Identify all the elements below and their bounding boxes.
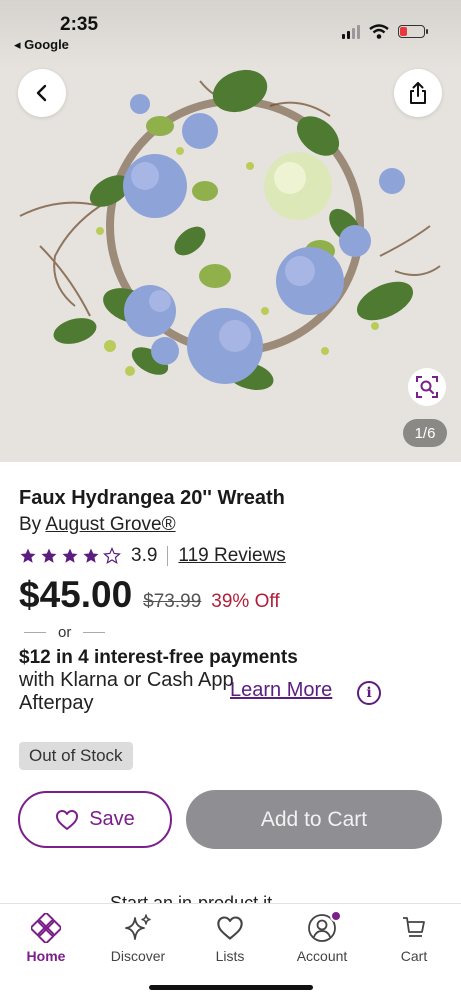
home-indicator	[149, 985, 313, 990]
share-icon	[410, 82, 426, 104]
nav-label-cart: Cart	[400, 948, 428, 964]
nav-label-lists: Lists	[215, 948, 245, 964]
wreath-image	[19, 69, 441, 391]
rating-row: 3.9 119 Reviews	[19, 544, 286, 568]
save-label: Save	[89, 808, 135, 830]
back-button[interactable]	[18, 69, 66, 117]
sparkle-icon	[122, 912, 154, 944]
cellular-signal-icon	[342, 24, 360, 39]
nav-label-account: Account	[296, 948, 348, 964]
current-price: $45.00	[19, 574, 133, 615]
price-row: $45.00 $73.99 39% Off	[19, 574, 280, 616]
status-time: 2:35	[60, 14, 99, 35]
learn-more-link[interactable]: Learn More	[230, 679, 332, 702]
back-to-app-link[interactable]: ◂ Google	[14, 37, 69, 53]
discount-label: 39% Off	[211, 591, 280, 612]
product-image-gallery[interactable]: 2:35 ◂ Google 1/6	[0, 0, 461, 462]
star-filled-icon	[20, 548, 36, 563]
nav-item-lists[interactable]: Lists	[184, 912, 276, 964]
add-to-cart-button[interactable]: Add to Cart	[186, 790, 442, 849]
reviews-link[interactable]: 119 Reviews	[178, 545, 285, 567]
notification-dot	[330, 910, 342, 922]
account-icon	[306, 910, 342, 944]
brand-link[interactable]: August Grove®	[45, 514, 175, 535]
rating-value: 3.9	[131, 545, 158, 566]
star-filled-icon	[62, 548, 78, 563]
image-counter: 1/6	[403, 419, 447, 447]
status-bar: 2:35 ◂ Google	[0, 0, 461, 56]
visual-search-button[interactable]	[408, 368, 446, 406]
star-rating	[19, 547, 121, 565]
home-icon	[30, 912, 62, 944]
nav-item-cart[interactable]: Cart	[368, 912, 460, 964]
financing-body: with Klarna or Cash App Afterpay	[19, 669, 234, 714]
by-prefix: By	[19, 514, 42, 535]
or-divider: or	[24, 624, 106, 641]
or-text: or	[58, 624, 72, 641]
rating-divider	[167, 546, 169, 566]
status-icons	[342, 24, 428, 39]
nav-item-home[interactable]: Home	[0, 912, 92, 964]
nav-item-account[interactable]: Account	[276, 910, 368, 964]
save-button[interactable]: Save	[18, 791, 172, 848]
nav-label-discover: Discover	[110, 948, 166, 964]
visual-search-icon	[416, 376, 438, 398]
stock-status-badge: Out of Stock	[19, 742, 133, 770]
star-filled-icon	[41, 548, 57, 563]
product-title: Faux Hydrangea 20'' Wreath	[19, 487, 285, 509]
heart-icon	[214, 912, 246, 944]
chevron-left-icon	[36, 84, 47, 102]
battery-icon	[398, 25, 428, 38]
heart-icon	[56, 809, 79, 830]
brand-line: By August Grove®	[19, 514, 176, 536]
share-button[interactable]	[394, 69, 442, 117]
cart-icon	[398, 912, 430, 944]
star-filled-icon	[83, 548, 99, 563]
financing-headline: $12 in 4 interest-free payments	[19, 647, 298, 668]
original-price: $73.99	[143, 591, 202, 612]
wifi-icon	[369, 24, 389, 39]
info-icon[interactable]: i	[357, 681, 381, 705]
nav-label-home: Home	[26, 948, 66, 964]
nav-item-discover[interactable]: Discover	[92, 912, 184, 964]
star-empty-icon	[103, 547, 121, 564]
